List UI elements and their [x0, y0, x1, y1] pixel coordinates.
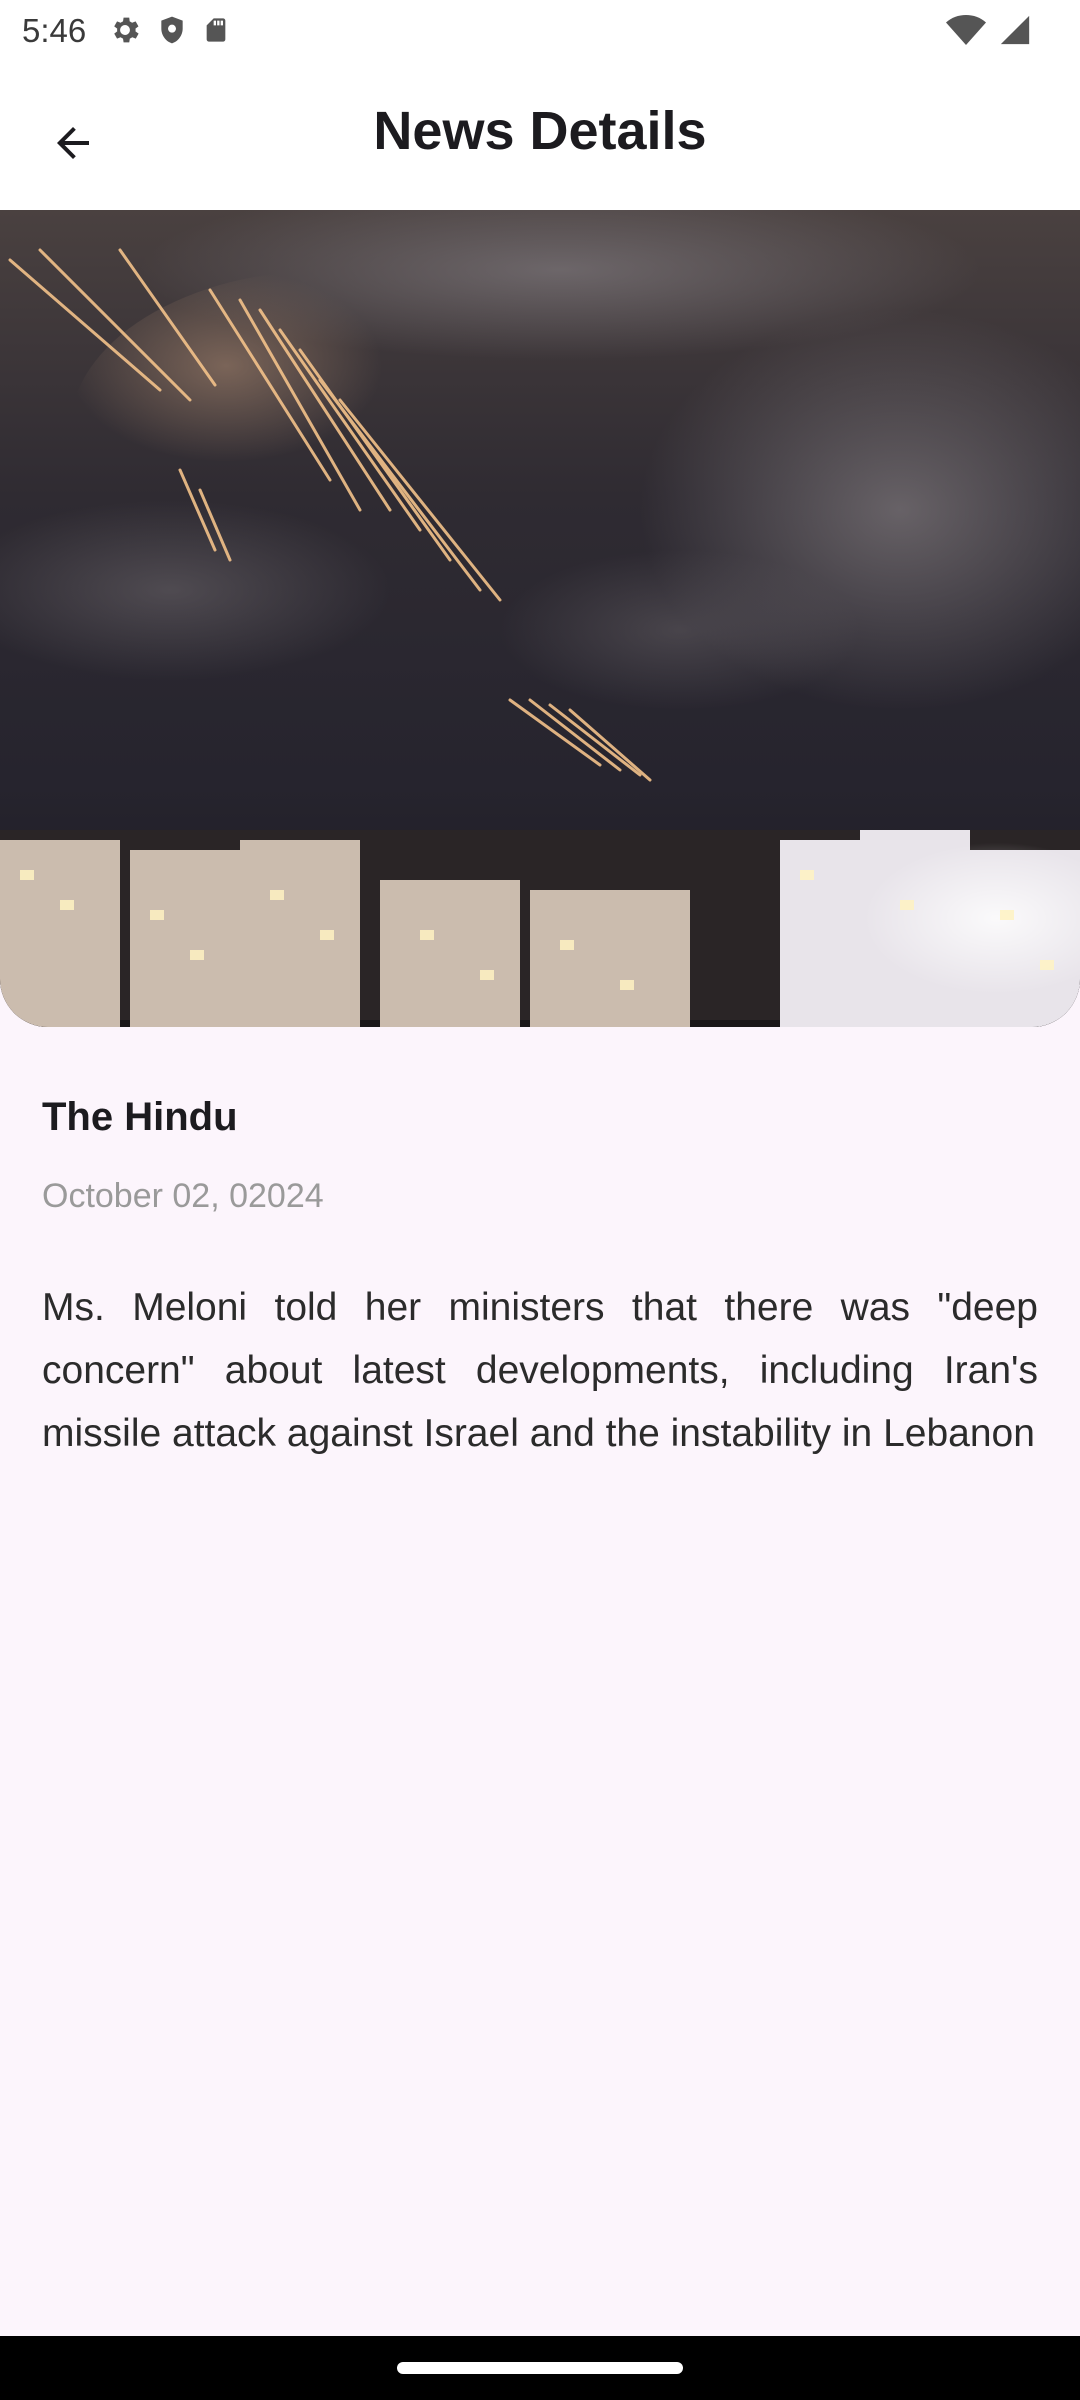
news-date: October 02, 02024	[42, 1177, 324, 1215]
wifi-icon	[946, 13, 986, 52]
home-indicator[interactable]	[397, 2362, 683, 2374]
status-time: 5:46	[22, 12, 87, 49]
sd-card-icon	[202, 13, 230, 52]
gear-icon	[108, 13, 142, 52]
app-bar: News Details	[0, 62, 1080, 210]
shield-icon	[156, 13, 188, 52]
signal-icon	[998, 13, 1032, 52]
news-source: The Hindu	[42, 1095, 238, 1139]
article-image	[0, 210, 1080, 1027]
status-icons-right	[946, 13, 1032, 52]
status-bar: 5:46	[0, 0, 1080, 62]
page-title: News Details	[373, 101, 707, 161]
status-icons-left	[108, 13, 230, 52]
news-description: Ms. Meloni told her ministers that there…	[42, 1286, 1038, 1455]
news-details-screen: 5:46 News Details The Hindu October 02, …	[0, 0, 1080, 2400]
